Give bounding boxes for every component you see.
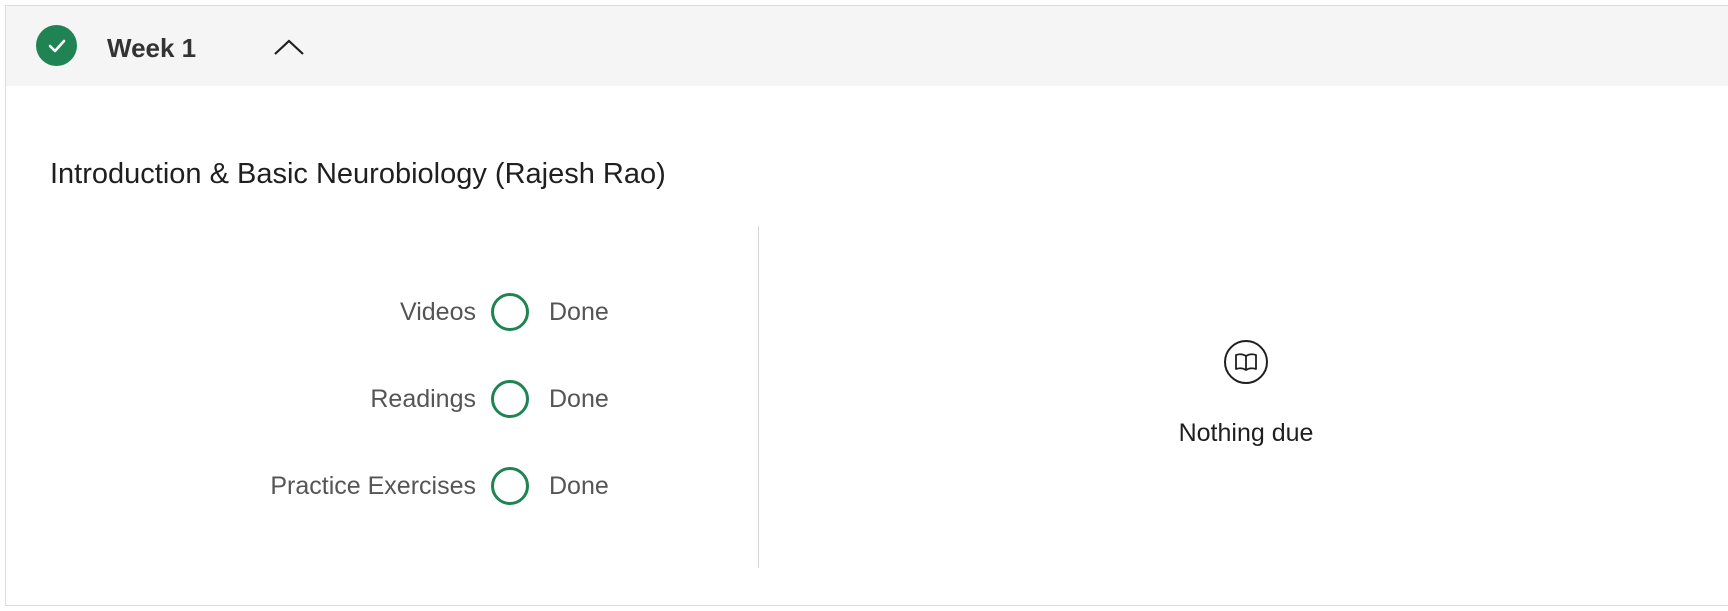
week-title: Week 1 — [107, 33, 197, 63]
section-title: Introduction & Basic Neurobiology (Rajes… — [50, 158, 666, 190]
check-circle-icon — [36, 25, 77, 66]
ring-icon — [491, 293, 529, 331]
progress-status: Done — [549, 472, 609, 500]
chevron-up-icon[interactable] — [272, 36, 306, 58]
ring-icon — [491, 467, 529, 505]
progress-row-practice-exercises: Practice Exercises Done — [6, 466, 626, 506]
progress-status: Done — [549, 385, 609, 413]
week-module-card: Week 1 Introduction & Basic Neurobiology… — [5, 5, 1728, 606]
progress-label: Readings — [370, 385, 476, 413]
column-divider — [758, 226, 759, 568]
ring-icon — [491, 380, 529, 418]
progress-row-videos: Videos Done — [6, 292, 626, 332]
progress-label: Practice Exercises — [270, 472, 476, 500]
progress-row-readings: Readings Done — [6, 379, 626, 419]
nothing-due-text: Nothing due — [1178, 419, 1314, 447]
week-header[interactable]: Week 1 — [6, 6, 1728, 86]
progress-label: Videos — [400, 298, 476, 326]
progress-status: Done — [549, 298, 609, 326]
book-icon — [1224, 340, 1268, 384]
